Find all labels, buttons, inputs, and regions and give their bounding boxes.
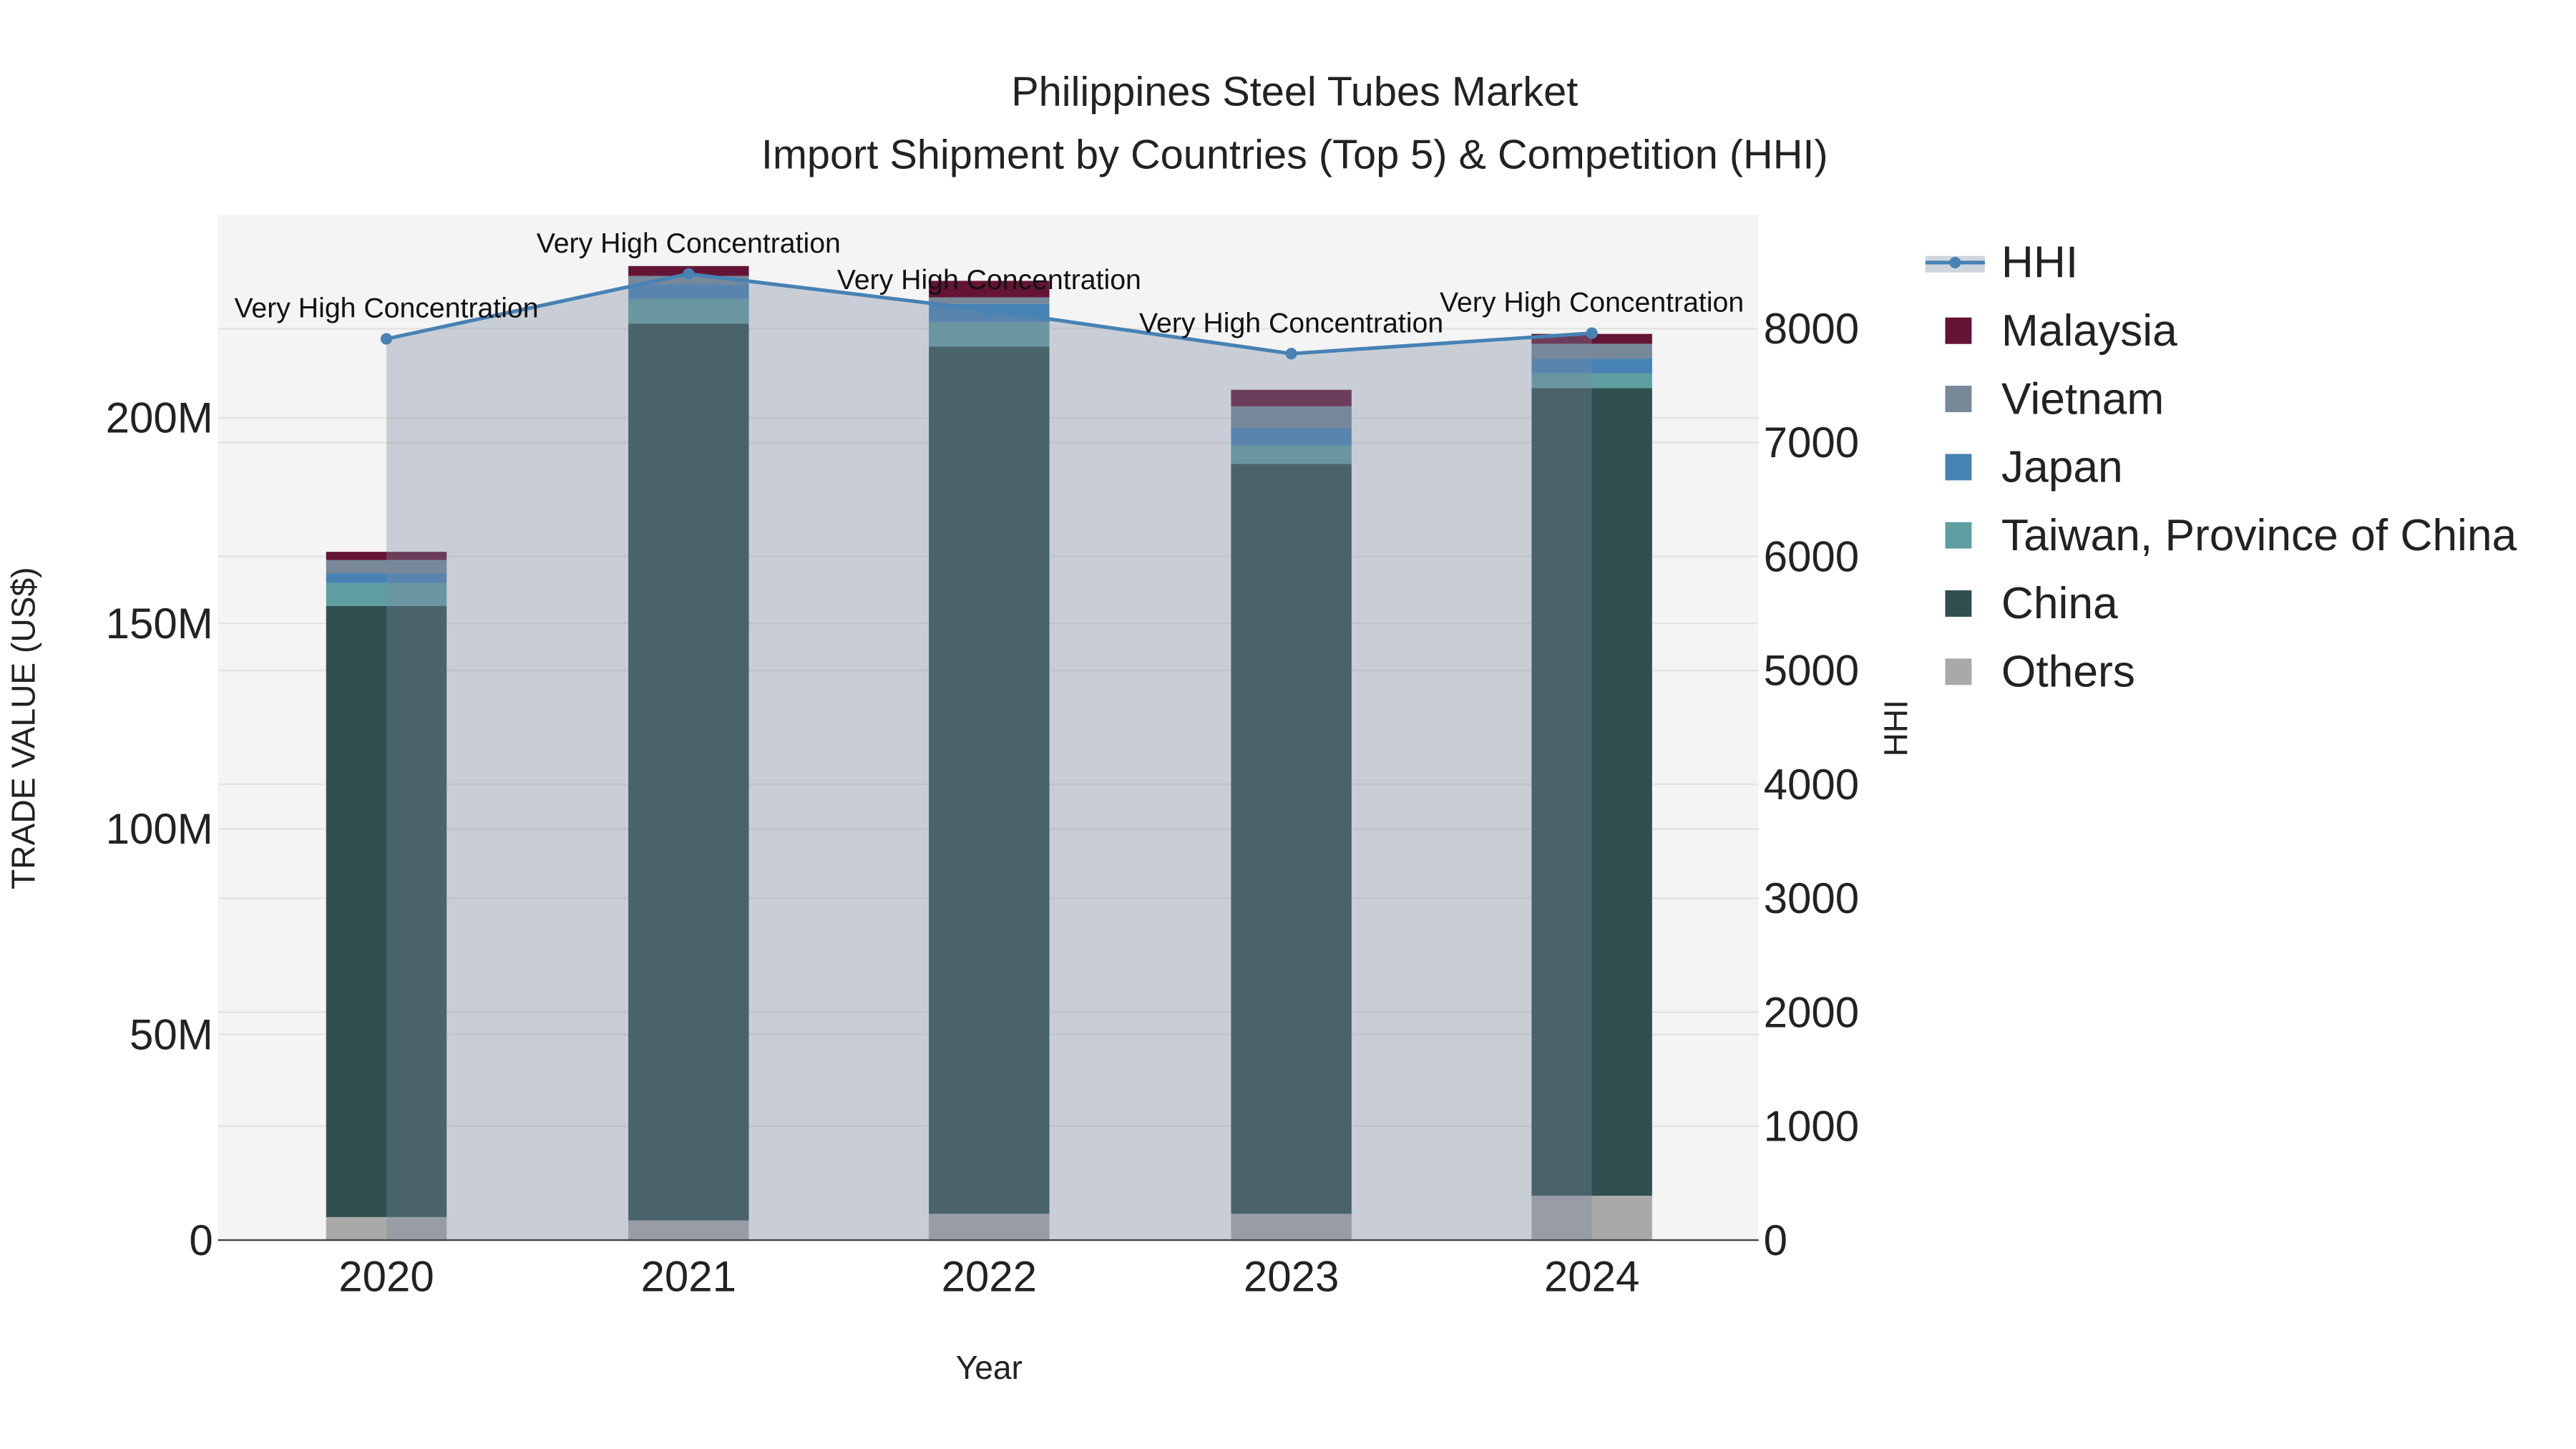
y-tick-label: 50M: [130, 1011, 213, 1059]
legend-label-vietnam: Vietnam: [2001, 374, 2164, 424]
y2-tick-label: 4000: [1764, 761, 1859, 809]
x-axis-title: Year: [956, 1349, 1023, 1386]
y2-tick-label: 6000: [1764, 532, 1859, 580]
legend-swatch-japan: [1945, 454, 1972, 481]
legend-swatch-malaysia: [1945, 317, 1972, 344]
legend-label-others: Others: [2001, 648, 2135, 697]
bar-vietnam-2022: [929, 297, 1050, 304]
legend-swatch-others: [1945, 658, 1972, 686]
y2-axis-title: HHI: [1877, 700, 1914, 756]
hhi-point-2024: [1586, 327, 1598, 339]
hhi-series: [380, 268, 1598, 1241]
x-tick-label: 2021: [641, 1253, 736, 1301]
hhi-annotation: Very High Concentration: [1139, 307, 1443, 338]
hhi-annotation: Very High Concentration: [537, 228, 841, 259]
chart-subtitle: Import Shipment by Countries (Top 5) & C…: [761, 132, 1828, 177]
hhi-point-2020: [380, 333, 393, 345]
legend-swatch-vietnam: [1945, 386, 1972, 412]
hhi-annotation: Very High Concentration: [837, 264, 1141, 296]
y2-tick-label: 0: [1764, 1216, 1787, 1264]
y2-axis-ticks: 0 1000 2000 3000 4000 5000 6000 7000 8000: [1764, 305, 1859, 1264]
x-tick-label: 2022: [942, 1253, 1037, 1301]
hhi-point-2023: [1285, 348, 1297, 360]
y2-tick-label: 8000: [1764, 305, 1859, 353]
legend-hhi-marker: [1949, 256, 1961, 268]
hhi-area-fill: [386, 273, 1592, 1241]
legend-swatch-taiwan-province-of-china: [1945, 522, 1972, 549]
y2-tick-label: 5000: [1764, 647, 1859, 695]
y-axis-title: TRADE VALUE (US$): [4, 567, 42, 889]
y2-tick-label: 2000: [1764, 988, 1859, 1036]
chart-title: Philippines Steel Tubes Market: [1011, 69, 1578, 115]
legend-label-taiwan-province-of-china: Taiwan, Province of China: [2001, 511, 2517, 560]
x-tick-label: 2023: [1244, 1253, 1339, 1301]
chart: 0 50M 100M 150M 200M 0 1000 2000 3000 4000 5000 60…: [0, 0, 2576, 1449]
y2-tick-label: 1000: [1764, 1103, 1859, 1151]
y2-tick-label: 7000: [1764, 419, 1859, 467]
legend-label-japan: Japan: [2001, 443, 2123, 492]
hhi-annotation: Very High Concentration: [234, 293, 538, 324]
legend-swatch-china: [1945, 590, 1972, 617]
x-tick-label: 2020: [338, 1253, 434, 1301]
legend-label-china: China: [2001, 579, 2118, 628]
x-tick-label: 2024: [1544, 1253, 1639, 1301]
legend-label-hhi: HHI: [2001, 238, 2078, 288]
hhi-point-2021: [683, 268, 695, 280]
legend-label-malaysia: Malaysia: [2001, 306, 2177, 356]
y2-tick-label: 3000: [1764, 874, 1859, 922]
y-tick-label: 0: [189, 1216, 213, 1264]
hhi-point-2022: [983, 304, 995, 316]
y-tick-label: 100M: [106, 805, 213, 853]
y-tick-label: 200M: [106, 394, 213, 442]
hhi-annotation: Very High Concentration: [1440, 287, 1744, 318]
y-tick-label: 150M: [106, 600, 213, 648]
